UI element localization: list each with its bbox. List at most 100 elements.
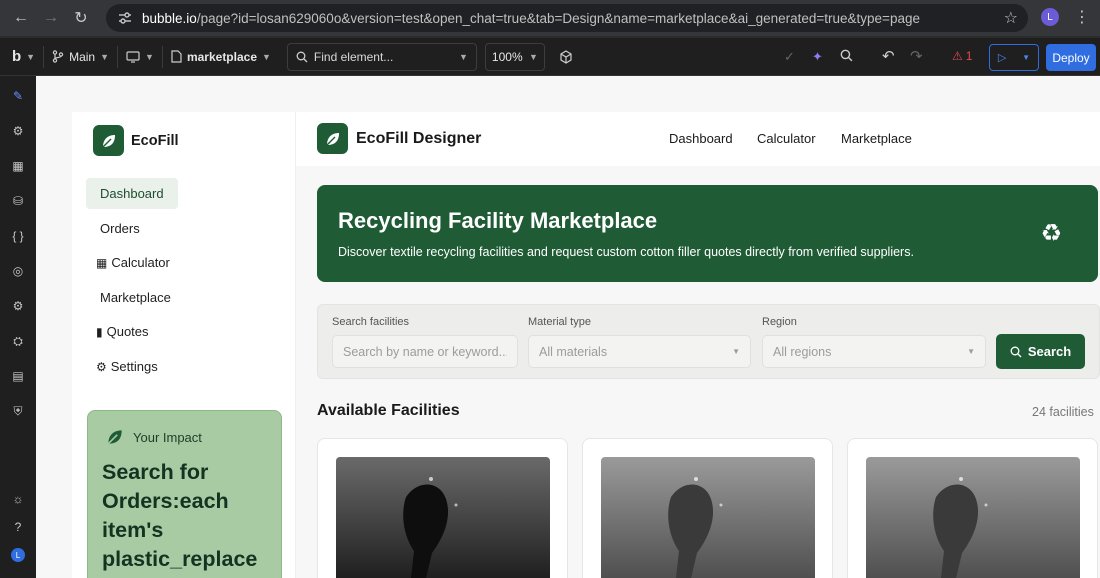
section-title: Available Facilities (317, 402, 460, 419)
sidebar-brand: EcoFill (93, 125, 179, 156)
sidebar-item-settings[interactable]: ⚙ Settings (86, 351, 172, 382)
app-main: EcoFill Designer Dashboard Calculator Ma… (296, 112, 1100, 578)
search-placeholder: Search by name or keyword... (343, 344, 507, 359)
chevron-down-icon: ▼ (459, 51, 468, 62)
facility-image (866, 457, 1080, 578)
forward-icon[interactable]: → (36, 0, 66, 36)
app-header: EcoFill Designer Dashboard Calculator Ma… (296, 112, 1100, 166)
header-link-marketplace[interactable]: Marketplace (841, 131, 912, 146)
user-avatar[interactable]: L (11, 548, 25, 562)
calculator-icon: ▦ (96, 255, 108, 270)
nav-label: Orders (100, 221, 140, 236)
design-pencil-icon[interactable]: ✎ (10, 88, 26, 104)
region-value: All regions (773, 344, 832, 359)
sidebar-item-quotes[interactable]: ▮ Quotes (86, 316, 163, 347)
search-facilities-input[interactable]: Search by name or keyword... (332, 335, 518, 368)
redo-icon[interactable]: ↷ (910, 47, 923, 65)
region-label: Region (762, 316, 797, 328)
analytics-icon[interactable]: ▤ (10, 368, 26, 384)
search-icon (296, 51, 308, 62)
facility-card[interactable] (317, 438, 568, 578)
profile-avatar[interactable]: L (1041, 8, 1059, 26)
find-element-input[interactable]: Find element... ▼ (286, 42, 477, 71)
branch-selector[interactable]: Main ▼ (44, 38, 117, 76)
shield-icon[interactable]: ⛨ (10, 403, 26, 419)
nav-label: Dashboard (100, 186, 164, 201)
issues-count: 1 (965, 49, 973, 63)
brand-name: EcoFill (131, 132, 179, 149)
impact-title: Your Impact (133, 429, 202, 445)
address-bar[interactable]: bubble.io/page?id=losan629060o&version=t… (106, 4, 1028, 32)
header-link-dashboard[interactable]: Dashboard (669, 131, 733, 146)
undo-icon[interactable]: ↶ (882, 47, 895, 65)
editor-canvas[interactable]: EcoFill Dashboard Orders ▦ Calculator Mar… (36, 76, 1100, 578)
preview-button[interactable]: ▷ ▼ (989, 44, 1039, 71)
back-icon[interactable]: ← (6, 0, 36, 36)
branch-icon (52, 50, 64, 63)
hero-subtitle: Discover textile recycling facilities an… (338, 245, 914, 259)
workflow-icon[interactable]: ⚙ (10, 123, 26, 139)
nav-label: Marketplace (100, 290, 171, 305)
material-type-select[interactable]: All materials ▼ (528, 335, 751, 368)
plugin-icon[interactable]: ⚙ (10, 298, 26, 314)
reload-icon[interactable]: ↻ (66, 0, 96, 36)
facility-card[interactable] (847, 438, 1098, 578)
facility-image (601, 457, 815, 578)
sidebar-item-calculator[interactable]: ▦ Calculator (86, 247, 184, 278)
chevron-down-icon: ▼ (967, 347, 975, 356)
chevron-down-icon: ▼ (145, 51, 154, 62)
sidebar-item-dashboard[interactable]: Dashboard (86, 178, 178, 209)
deploy-button[interactable]: Deploy (1046, 44, 1096, 71)
page-name: marketplace (186, 49, 257, 64)
search-icon[interactable] (840, 49, 853, 65)
chevron-down-icon: ▼ (1022, 53, 1031, 62)
site-settings-icon[interactable] (112, 8, 138, 28)
search-icon (1010, 346, 1022, 357)
bubble-logo-menu[interactable]: b ▼ (0, 38, 43, 76)
nav-label: Settings (110, 359, 158, 374)
check-circle-icon[interactable]: ✓ (784, 49, 795, 65)
settings-icon[interactable]: ⛭ (10, 333, 26, 349)
globe-icon[interactable]: ◎ (10, 263, 26, 279)
leaf-icon (107, 430, 122, 445)
nav-label: Calculator (111, 255, 170, 270)
editor-icon-rail: ✎ ⚙ ▦ ⛁ { } ◎ ⚙ ⛭ ▤ ⛨ ☼ ? L (0, 76, 36, 578)
search-button[interactable]: Search (996, 334, 1085, 369)
facility-card[interactable] (582, 438, 833, 578)
magic-icon[interactable]: ✦ (812, 49, 823, 65)
database-icon[interactable]: ⛁ (10, 193, 26, 209)
sun-icon[interactable]: ☼ (10, 491, 26, 507)
document-icon: ▮ (96, 324, 103, 339)
header-brand: EcoFill Designer (317, 123, 481, 154)
sidebar-item-marketplace[interactable]: Marketplace (86, 282, 185, 313)
browser-menu-icon[interactable]: ⋮ (1074, 7, 1090, 27)
search-facilities-label: Search facilities (332, 316, 410, 328)
browser-toolbar: ← → ↻ bubble.io/page?id=losan629060o&ver… (0, 0, 1100, 36)
branch-label: Main (69, 49, 96, 64)
chevron-down-icon: ▼ (262, 51, 271, 62)
page-selector[interactable]: marketplace ▼ (163, 38, 279, 76)
cube-icon[interactable] (551, 38, 581, 76)
sidebar-item-orders[interactable]: Orders (86, 213, 154, 244)
hero-banner: Recycling Facility Marketplace Discover … (317, 185, 1098, 282)
issues-indicator[interactable]: ⚠ 1 (952, 49, 972, 63)
app-sidebar: EcoFill Dashboard Orders ▦ Calculator Mar… (72, 112, 296, 578)
region-select[interactable]: All regions ▼ (762, 335, 986, 368)
bubble-logo: b (12, 48, 22, 65)
help-icon[interactable]: ? (10, 519, 26, 535)
device-selector[interactable]: ▼ (118, 38, 162, 76)
url-host: bubble.io (142, 10, 197, 26)
zoom-value: 100% (491, 49, 523, 64)
nav-label: Quotes (106, 324, 149, 339)
layout-icon[interactable]: ▦ (10, 158, 26, 174)
chevron-down-icon: ▼ (732, 347, 740, 356)
impact-value: Search for Orders:each item's plastic_re… (102, 460, 258, 571)
url-text: bubble.io/page?id=losan629060o&version=t… (142, 11, 920, 26)
zoom-selector[interactable]: 100% ▼ (484, 42, 545, 71)
gear-icon: ⚙ (96, 359, 107, 374)
monitor-icon (126, 50, 140, 63)
code-braces-icon[interactable]: { } (10, 228, 26, 244)
bookmark-star-icon[interactable]: ☆ (1004, 8, 1018, 28)
header-link-calculator[interactable]: Calculator (757, 131, 816, 146)
hero-title: Recycling Facility Marketplace (338, 208, 658, 233)
